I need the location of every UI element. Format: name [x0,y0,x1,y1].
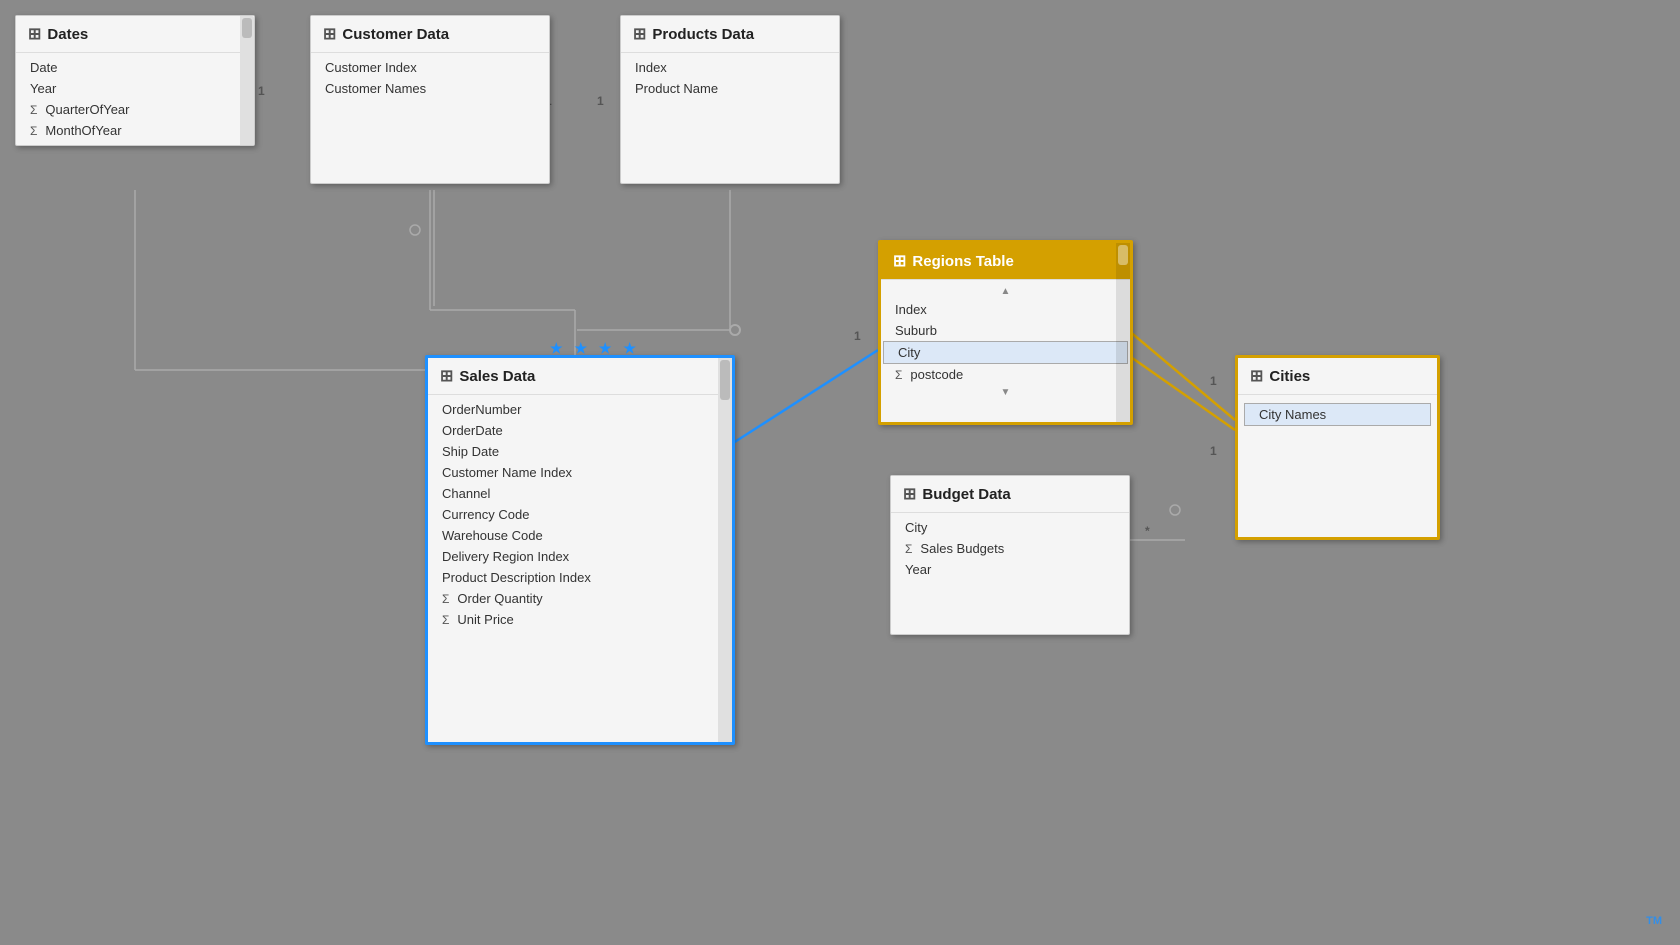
budget-city-label: City [905,520,927,535]
sales-data-header: ⊞ Sales Data [428,358,732,395]
regions-city-label: City [898,345,920,360]
delivery-region-index-label: Delivery Region Index [442,549,569,564]
svg-text:1: 1 [1210,374,1217,388]
svg-text:*: * [1145,524,1150,538]
budget-data-header: ⊞ Budget Data [891,476,1129,513]
budget-data-body: City Σ Sales Budgets Year [891,513,1129,584]
customer-data-table: ⊞ Customer Data Customer Index Customer … [310,15,550,184]
unit-price-row: Σ Unit Price [428,609,732,630]
customer-names-label: Customer Names [325,81,426,96]
regions-postcode-label: postcode [910,367,963,382]
sales-data-title: Sales Data [459,368,535,385]
shipdate-label: Ship Date [442,444,499,459]
regions-suburb-label: Suburb [895,323,937,338]
currency-code-label: Currency Code [442,507,529,522]
unit-price-label: Unit Price [457,612,513,627]
sales-data-body: OrderNumber OrderDate Ship Date Customer… [428,395,732,634]
cities-body: City Names [1238,395,1437,434]
products-data-header: ⊞ Products Data [621,16,839,53]
dates-row-year: Year [16,78,254,99]
budget-data-title: Budget Data [922,486,1010,503]
dates-body: Date Year Σ QuarterOfYear Σ MonthOfYear [16,53,254,145]
products-data-table: ⊞ Products Data Index Product Name [620,15,840,184]
shipdate-row: Ship Date [428,441,732,462]
cities-title: Cities [1269,368,1310,385]
watermark: TM [1646,915,1662,927]
regions-body: ▲ Index Suburb City Σ postcode ▼ [881,280,1130,404]
sigma-icon: Σ [442,613,449,627]
budget-city-row: City [891,517,1129,538]
sigma-icon: Σ [442,592,449,606]
dates-row-monthofyear: Σ MonthOfYear [16,120,254,141]
customer-data-title: Customer Data [342,26,449,43]
product-description-index-label: Product Description Index [442,570,591,585]
dates-row-date: Date [16,57,254,78]
sigma-icon: Σ [30,124,37,138]
channel-row: Channel [428,483,732,504]
dates-table: ⊞ Dates Date Year Σ QuarterOfYear Σ Mont… [15,15,255,146]
customer-index-row: Customer Index [311,57,549,78]
budget-year-row: Year [891,559,1129,580]
budget-data-table: ⊞ Budget Data City Σ Sales Budgets Year [890,475,1130,635]
regions-title: Regions Table [912,253,1013,270]
products-index-label: Index [635,60,667,75]
budget-year-label: Year [905,562,931,577]
svg-text:1: 1 [854,329,861,343]
dates-row-quarterofyear: Σ QuarterOfYear [16,99,254,120]
products-name-row: Product Name [621,78,839,99]
customer-data-body: Customer Index Customer Names [311,53,549,103]
regions-index-row: Index [881,299,1130,320]
regions-city-row: City [883,341,1128,364]
delivery-region-index-row: Delivery Region Index [428,546,732,567]
city-names-row: City Names [1244,403,1431,426]
ordernumber-row: OrderNumber [428,399,732,420]
order-quantity-label: Order Quantity [457,591,542,606]
dates-year-label: Year [30,81,56,96]
sales-budgets-row: Σ Sales Budgets [891,538,1129,559]
order-quantity-row: Σ Order Quantity [428,588,732,609]
sigma-icon: Σ [895,368,902,382]
customer-name-index-label: Customer Name Index [442,465,572,480]
products-data-body: Index Product Name [621,53,839,103]
dates-quarterofyear-label: QuarterOfYear [45,102,129,117]
products-index-row: Index [621,57,839,78]
orderdate-row: OrderDate [428,420,732,441]
regions-index-label: Index [895,302,927,317]
warehouse-code-row: Warehouse Code [428,525,732,546]
orderdate-label: OrderDate [442,423,503,438]
svg-text:1: 1 [258,84,265,98]
dates-header: ⊞ Dates [16,16,254,53]
regions-header: ⊞ Regions Table [881,243,1130,280]
currency-code-row: Currency Code [428,504,732,525]
dates-monthofyear-label: MonthOfYear [45,123,121,138]
sigma-icon: Σ [905,542,912,556]
svg-text:1: 1 [597,94,604,108]
dates-date-label: Date [30,60,57,75]
sigma-icon: Σ [30,103,37,117]
scroll-up[interactable]: ▲ [881,284,1130,299]
regions-postcode-row: Σ postcode [881,364,1130,385]
customer-index-label: Customer Index [325,60,417,75]
regions-suburb-row: Suburb [881,320,1130,341]
warehouse-code-label: Warehouse Code [442,528,543,543]
sales-data-table: ⊞ Sales Data OrderNumber OrderDate Ship … [425,355,735,745]
channel-label: Channel [442,486,490,501]
city-names-label: City Names [1259,407,1326,422]
customer-data-header: ⊞ Customer Data [311,16,549,53]
scroll-down[interactable]: ▼ [881,385,1130,400]
products-name-label: Product Name [635,81,718,96]
cities-table: ⊞ Cities City Names [1235,355,1440,540]
cities-header: ⊞ Cities [1238,358,1437,395]
customer-name-index-row: Customer Name Index [428,462,732,483]
sales-budgets-label: Sales Budgets [920,541,1004,556]
ordernumber-label: OrderNumber [442,402,521,417]
products-data-title: Products Data [652,26,754,43]
product-description-index-row: Product Description Index [428,567,732,588]
customer-names-row: Customer Names [311,78,549,99]
regions-table: ⊞ Regions Table ▲ Index Suburb City Σ po… [878,240,1133,425]
svg-text:1: 1 [1210,444,1217,458]
dates-title: Dates [47,26,88,43]
